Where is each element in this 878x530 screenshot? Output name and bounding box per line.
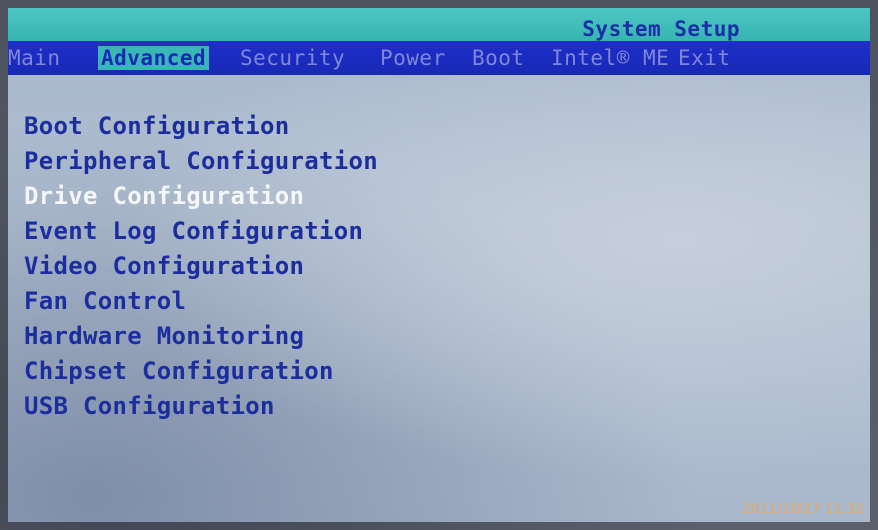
option-drive-configuration[interactable]: Drive Configuration [24, 182, 304, 210]
menu-power[interactable]: Power [380, 46, 446, 70]
title-bar: System Setup [8, 8, 870, 41]
menu-security[interactable]: Security [240, 46, 345, 70]
option-chipset-configuration[interactable]: Chipset Configuration [24, 357, 334, 385]
option-video-configuration[interactable]: Video Configuration [24, 252, 304, 280]
menu-exit[interactable]: Exit [678, 46, 731, 70]
photo-timestamp: 2011/10/27 11:32 [742, 502, 864, 517]
menu-boot[interactable]: Boot [472, 46, 525, 70]
option-usb-configuration[interactable]: USB Configuration [24, 392, 275, 420]
system-setup-title: System Setup [582, 17, 740, 41]
option-event-log-configuration[interactable]: Event Log Configuration [24, 217, 363, 245]
menu-advanced[interactable]: Advanced [98, 46, 210, 70]
option-peripheral-configuration[interactable]: Peripheral Configuration [24, 147, 378, 175]
option-hardware-monitoring[interactable]: Hardware Monitoring [24, 322, 304, 350]
option-fan-control[interactable]: Fan Control [24, 287, 186, 315]
option-boot-configuration[interactable]: Boot Configuration [24, 112, 290, 140]
menu-intel-me[interactable]: Intel® ME [551, 46, 669, 70]
menu-bar: Main Advanced Security Power Boot Intel®… [8, 41, 870, 75]
bios-screen: System Setup Main Advanced Security Powe… [8, 8, 870, 522]
menu-main[interactable]: Main [8, 46, 61, 70]
